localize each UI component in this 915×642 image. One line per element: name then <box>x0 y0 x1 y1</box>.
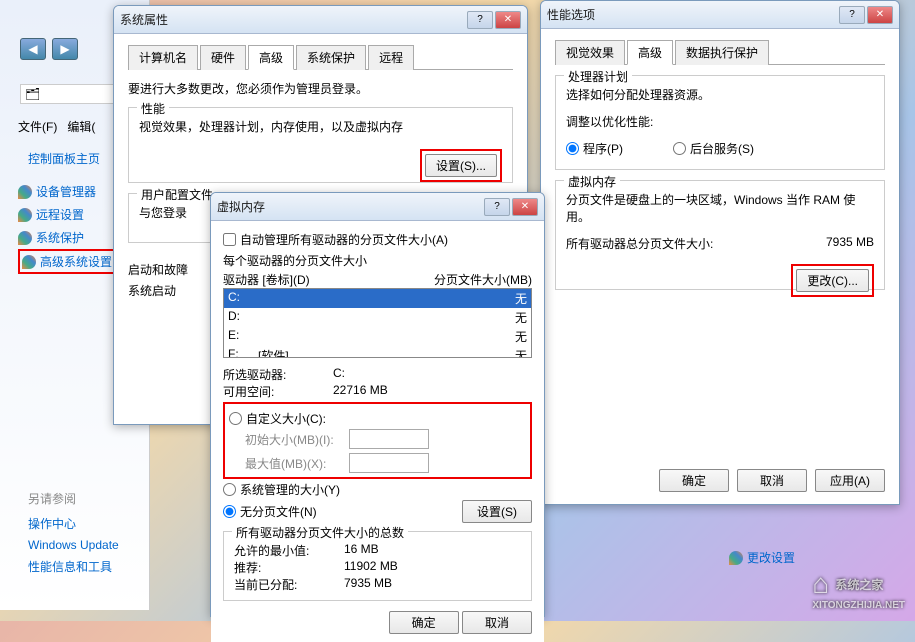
performance-options-window: 性能选项 ? ✕ 视觉效果 高级 数据执行保护 处理器计划 选择如何分配处理器资… <box>540 0 900 505</box>
sel-drive-val: C: <box>333 366 345 383</box>
link-action-center[interactable]: 操作中心 <box>28 512 119 535</box>
watermark: ⌂系统之家 XITONGZHIJIA.NET <box>812 568 905 611</box>
shield-icon <box>18 231 32 245</box>
tab-computer-name[interactable]: 计算机名 <box>128 45 198 70</box>
change-settings-link[interactable]: 更改设置 <box>729 549 795 566</box>
help-button[interactable]: ? <box>467 11 493 29</box>
cur-label: 当前已分配: <box>234 576 344 593</box>
vmem-title: 虚拟内存 <box>217 198 484 215</box>
sidebar-item-advanced[interactable]: 高级系统设置 <box>18 249 118 274</box>
max-size-input[interactable] <box>349 453 429 473</box>
free-val: 22716 MB <box>333 383 388 400</box>
perfopts-tabs: 视觉效果 高级 数据执行保护 <box>555 39 885 65</box>
tab-remote[interactable]: 远程 <box>368 45 414 70</box>
tab-advanced[interactable]: 高级 <box>627 40 673 65</box>
vm-legend: 虚拟内存 <box>564 173 620 190</box>
sidebar-item-remote[interactable]: 远程设置 <box>18 203 118 226</box>
cancel-button[interactable]: 取消 <box>462 611 532 634</box>
radio-programs[interactable]: 程序(P) <box>566 138 623 159</box>
shield-icon <box>22 255 36 269</box>
apply-button[interactable]: 应用(A) <box>815 469 885 492</box>
sysprops-tabs: 计算机名 硬件 高级 系统保护 远程 <box>128 44 513 70</box>
help-button[interactable]: ? <box>484 198 510 216</box>
close-button[interactable]: ✕ <box>495 11 521 29</box>
perf-legend: 性能 <box>137 100 169 117</box>
shield-icon <box>729 551 743 565</box>
close-button[interactable]: ✕ <box>512 198 538 216</box>
rec-val: 11902 MB <box>344 559 398 576</box>
drive-list[interactable]: C:无 D:无 E:无 F:[软件]无 G: <box>223 288 532 358</box>
cp-home-link[interactable]: 控制面板主页 <box>28 150 100 167</box>
free-label: 可用空间: <box>223 383 333 400</box>
drive-row-d[interactable]: D:无 <box>224 308 531 327</box>
perf-settings-button[interactable]: 设置(S)... <box>425 154 497 177</box>
rec-label: 推荐: <box>234 559 344 576</box>
sidebar-item-device-manager[interactable]: 设备管理器 <box>18 180 118 203</box>
drive-row-f[interactable]: F:[软件]无 <box>224 346 531 358</box>
col-page: 分页文件大小(MB) <box>434 271 532 288</box>
radio-no-paging[interactable]: 无分页文件(N) <box>223 501 462 522</box>
admin-note: 要进行大多数更改，您必须作为管理员登录。 <box>128 80 513 97</box>
init-size-input[interactable] <box>349 429 429 449</box>
cpu-desc: 选择如何分配处理器资源。 <box>566 86 874 103</box>
vm-total-value: 7935 MB <box>826 235 874 252</box>
cancel-button[interactable]: 取消 <box>737 469 807 492</box>
auto-manage-checkbox[interactable]: 自动管理所有驱动器的分页文件大小(A) <box>223 229 532 250</box>
org-icon: 🗂 <box>25 87 40 101</box>
drive-row-c[interactable]: C:无 <box>224 289 531 308</box>
cpu-legend: 处理器计划 <box>564 68 632 85</box>
max-size-label: 最大值(MB)(X): <box>229 455 349 472</box>
tab-dep[interactable]: 数据执行保护 <box>675 40 769 65</box>
link-perf-info[interactable]: 性能信息和工具 <box>28 555 119 578</box>
vm-desc: 分页文件是硬盘上的一块区域，Windows 当作 RAM 使用。 <box>566 191 874 225</box>
totals-legend: 所有驱动器分页文件大小的总数 <box>232 524 408 541</box>
close-button[interactable]: ✕ <box>867 6 893 24</box>
radio-background[interactable]: 后台服务(S) <box>673 138 754 159</box>
ok-button[interactable]: 确定 <box>389 611 459 634</box>
fwd-button[interactable]: ▶ <box>52 38 78 60</box>
adjust-label: 调整以优化性能: <box>566 113 874 130</box>
col-drive: 驱动器 [卷标](D) <box>223 271 434 288</box>
sel-drive-label: 所选驱动器: <box>223 366 333 383</box>
link-windows-update[interactable]: Windows Update <box>28 535 119 555</box>
ok-button[interactable]: 确定 <box>659 469 729 492</box>
help-button[interactable]: ? <box>839 6 865 24</box>
see-also-label: 另请参阅 <box>28 490 76 507</box>
min-label: 允许的最小值: <box>234 542 344 559</box>
drive-row-e[interactable]: E:无 <box>224 327 531 346</box>
min-val: 16 MB <box>344 542 379 559</box>
each-drive-label: 每个驱动器的分页文件大小 <box>223 252 532 269</box>
vm-change-button[interactable]: 更改(C)... <box>796 269 869 292</box>
tab-hardware[interactable]: 硬件 <box>200 45 246 70</box>
shield-icon <box>18 185 32 199</box>
init-size-label: 初始大小(MB)(I): <box>229 431 349 448</box>
virtual-memory-window: 虚拟内存 ? ✕ 自动管理所有驱动器的分页文件大小(A) 每个驱动器的分页文件大… <box>210 192 545 617</box>
tab-protection[interactable]: 系统保护 <box>296 45 366 70</box>
vm-total-label: 所有驱动器总分页文件大小: <box>566 235 826 252</box>
tab-visual-effects[interactable]: 视觉效果 <box>555 40 625 65</box>
cur-val: 7935 MB <box>344 576 392 593</box>
sidebar-item-protection[interactable]: 系统保护 <box>18 226 118 249</box>
file-menu[interactable]: 文件(F) <box>18 120 57 134</box>
set-button[interactable]: 设置(S) <box>462 500 532 523</box>
perf-desc: 视觉效果，处理器计划，内存使用，以及虚拟内存 <box>139 118 502 135</box>
perfopts-title: 性能选项 <box>547 6 839 23</box>
tab-advanced[interactable]: 高级 <box>248 45 294 70</box>
edit-menu[interactable]: 编辑( <box>67 120 95 134</box>
userprof-legend: 用户配置文件 <box>137 186 217 203</box>
sysprops-title: 系统属性 <box>120 11 467 28</box>
shield-icon <box>18 208 32 222</box>
back-button[interactable]: ◀ <box>20 38 46 60</box>
radio-system-managed[interactable]: 系统管理的大小(Y) <box>223 479 532 500</box>
radio-custom-size[interactable]: 自定义大小(C): <box>229 408 526 429</box>
